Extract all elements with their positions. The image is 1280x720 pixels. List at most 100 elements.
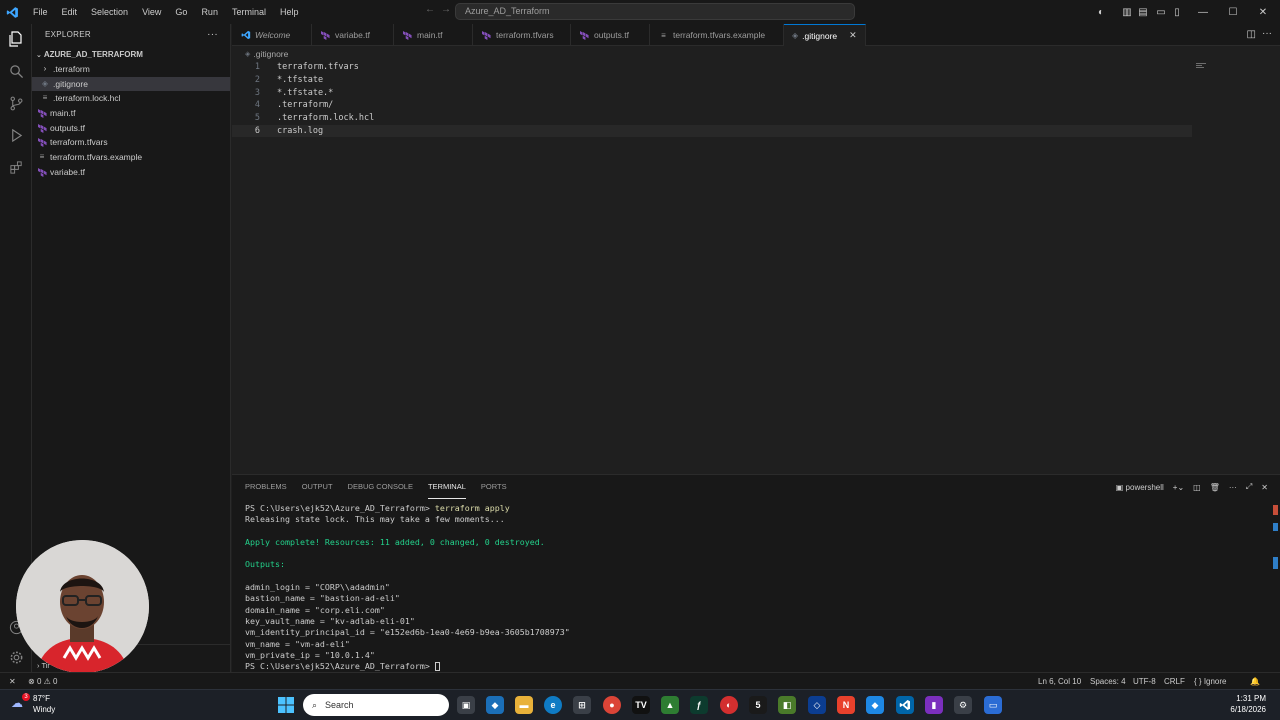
menu-run[interactable]: Run bbox=[194, 0, 225, 24]
trash-icon[interactable]: 🗑 bbox=[1210, 483, 1220, 492]
menu-help[interactable]: Help bbox=[273, 0, 306, 24]
breadcrumb-file[interactable]: .gitignore bbox=[253, 49, 288, 59]
chrome-icon[interactable]: ● bbox=[603, 696, 621, 714]
terminal-line-success: Apply complete! Resources: 11 added, 0 c… bbox=[245, 536, 545, 547]
command-center-search[interactable]: Azure_AD_Terraform bbox=[455, 3, 855, 20]
minimize-icon[interactable]: — bbox=[1188, 0, 1218, 24]
tab-welcome[interactable]: Welcome bbox=[232, 24, 312, 46]
split-editor-icon[interactable]: ◫ bbox=[1247, 29, 1256, 40]
panel-tab-debug-console[interactable]: DEBUG CONSOLE bbox=[348, 475, 413, 499]
maximize-panel-icon[interactable]: ⤢ bbox=[1246, 482, 1252, 492]
more-actions-icon[interactable]: ··· bbox=[1262, 28, 1272, 39]
weather-widget[interactable]: 87°F Windy bbox=[33, 693, 55, 715]
source-control-icon[interactable] bbox=[5, 92, 27, 114]
encoding-status[interactable]: UTF-8 bbox=[1133, 673, 1156, 690]
maximize-icon[interactable]: ☐ bbox=[1218, 0, 1248, 24]
cursor-position[interactable]: Ln 6, Col 10 bbox=[1038, 673, 1081, 690]
tree-item-main-tf[interactable]: main.tf bbox=[32, 106, 230, 121]
more-actions-icon[interactable]: ··· bbox=[1229, 483, 1237, 492]
webcam-overlay bbox=[16, 540, 149, 673]
tree-item-tfvars-example[interactable]: ≡ terraform.tfvars.example bbox=[32, 150, 230, 165]
indentation-status[interactable]: Spaces: 4 bbox=[1090, 673, 1126, 690]
vscode-taskbar-icon[interactable] bbox=[896, 696, 914, 714]
app-icon[interactable]: ⚙ bbox=[954, 696, 972, 714]
menu-terminal[interactable]: Terminal bbox=[225, 0, 273, 24]
terminal-command: terraform apply bbox=[434, 503, 510, 513]
search-icon[interactable] bbox=[5, 60, 27, 82]
clock-time: 1:31 PM bbox=[1236, 694, 1266, 703]
forward-arrow-icon[interactable]: → bbox=[441, 4, 451, 15]
terminal-output[interactable]: PS C:\Users\ejk52\Azure_AD_Terraform> te… bbox=[245, 503, 1265, 672]
explorer-icon[interactable] bbox=[5, 28, 27, 50]
app-icon[interactable]: ▭ bbox=[984, 696, 1002, 714]
remote-indicator-icon[interactable]: ✕ bbox=[9, 673, 16, 690]
run-debug-icon[interactable] bbox=[5, 124, 27, 146]
code-editor[interactable]: 1 terraform.tfvars 2 *.tfstate 3 *.tfsta… bbox=[232, 60, 1280, 472]
edge-browser-icon[interactable]: e bbox=[544, 696, 562, 714]
tab-main-tf[interactable]: main.tf bbox=[394, 24, 473, 46]
new-terminal-icon[interactable]: +⌄ bbox=[1173, 483, 1184, 492]
tree-item-lock-file[interactable]: ≡ .terraform.lock.hcl bbox=[32, 91, 230, 106]
app-icon[interactable]: ◆ bbox=[866, 696, 884, 714]
app-icon[interactable]: 5 bbox=[749, 696, 767, 714]
terminal-icon: ▣ bbox=[1115, 482, 1124, 492]
panel-tab-ports[interactable]: PORTS bbox=[481, 475, 507, 499]
more-actions-icon[interactable]: ··· bbox=[207, 24, 218, 46]
tab-variabe-tf[interactable]: variabe.tf bbox=[312, 24, 394, 46]
minimap[interactable] bbox=[1196, 63, 1208, 68]
panel-tab-terminal[interactable]: TERMINAL bbox=[427, 475, 466, 499]
tab-label: variabe.tf bbox=[335, 30, 370, 40]
explorer-header: EXPLORER ··· bbox=[32, 24, 230, 46]
app-icon[interactable]: ◇ bbox=[808, 696, 826, 714]
app-icon[interactable]: ◧ bbox=[778, 696, 796, 714]
tree-item-gitignore[interactable]: ◈ .gitignore bbox=[32, 76, 230, 92]
back-arrow-icon[interactable]: ← bbox=[425, 4, 435, 15]
app-icon[interactable]: ▲ bbox=[661, 696, 679, 714]
tree-item-terraform-folder[interactable]: › .terraform bbox=[32, 62, 230, 77]
menu-go[interactable]: Go bbox=[168, 0, 194, 24]
language-mode[interactable]: { } Ignore bbox=[1194, 673, 1227, 690]
app-icon[interactable]: ▮ bbox=[925, 696, 943, 714]
close-window-icon[interactable]: ✕ bbox=[1248, 0, 1278, 24]
tree-item-variabe-tf[interactable]: variabe.tf bbox=[32, 165, 230, 180]
menu-file[interactable]: File bbox=[26, 0, 55, 24]
app-icon[interactable]: ◐ bbox=[720, 696, 738, 714]
taskbar-clock[interactable]: 1:31 PM 6/18/2026 bbox=[1230, 693, 1266, 715]
menu-view[interactable]: View bbox=[135, 0, 168, 24]
terminal-prompt: PS C:\Users\ejk52\Azure_AD_Terraform> bbox=[245, 661, 435, 672]
notifications-bell-icon[interactable]: 🔔 bbox=[1250, 673, 1260, 690]
menu-edit[interactable]: Edit bbox=[55, 0, 85, 24]
file-explorer-icon[interactable]: ▬ bbox=[515, 696, 533, 714]
tradingview-icon[interactable]: TV bbox=[632, 696, 650, 714]
manage-gear-icon[interactable] bbox=[5, 646, 27, 668]
widgets-icon[interactable]: ◆ bbox=[486, 696, 504, 714]
terminal-shell-selector[interactable]: ▣ powershell bbox=[1116, 483, 1164, 492]
taskbar-search[interactable]: ⌕ Search bbox=[303, 694, 449, 716]
panel-tab-problems[interactable]: PROBLEMS bbox=[245, 475, 287, 499]
code-line: 5 .terraform.lock.hcl bbox=[232, 112, 1192, 125]
scrollbar-marker bbox=[1273, 557, 1278, 569]
extensions-icon[interactable] bbox=[5, 156, 27, 178]
split-terminal-icon[interactable]: ◫ bbox=[1193, 483, 1201, 492]
project-folder-header[interactable]: ⌄ AZURE_AD_TERRAFORM bbox=[32, 47, 230, 62]
tab-terraform-tfvars[interactable]: terraform.tfvars bbox=[473, 24, 571, 46]
tab-tfvars-example[interactable]: ≡ terraform.tfvars.example bbox=[650, 24, 784, 46]
close-tab-icon[interactable]: ✕ bbox=[849, 30, 857, 41]
tab-gitignore[interactable]: ◈ .gitignore ✕ bbox=[784, 24, 866, 46]
close-panel-icon[interactable]: ✕ bbox=[1261, 483, 1268, 492]
store-icon[interactable]: ⊞ bbox=[573, 696, 591, 714]
tree-item-terraform-tfvars[interactable]: terraform.tfvars bbox=[32, 135, 230, 150]
scrollbar-marker bbox=[1273, 505, 1278, 515]
tab-outputs-tf[interactable]: outputs.tf bbox=[571, 24, 650, 46]
app-icon[interactable]: N bbox=[837, 696, 855, 714]
windows-start-icon[interactable] bbox=[277, 696, 295, 714]
task-view-icon[interactable]: ▣ bbox=[457, 696, 475, 714]
tree-item-outputs-tf[interactable]: outputs.tf bbox=[32, 121, 230, 136]
eol-status[interactable]: CRLF bbox=[1164, 673, 1185, 690]
app-icon[interactable]: ƒ bbox=[690, 696, 708, 714]
terminal-output-line: admin_login = "CORP\\adadmin" bbox=[245, 582, 390, 593]
panel-tab-output[interactable]: OUTPUT bbox=[302, 475, 333, 499]
problems-status[interactable]: ⊗ 0 ⚠ 0 bbox=[28, 673, 57, 690]
menu-selection[interactable]: Selection bbox=[84, 0, 135, 24]
